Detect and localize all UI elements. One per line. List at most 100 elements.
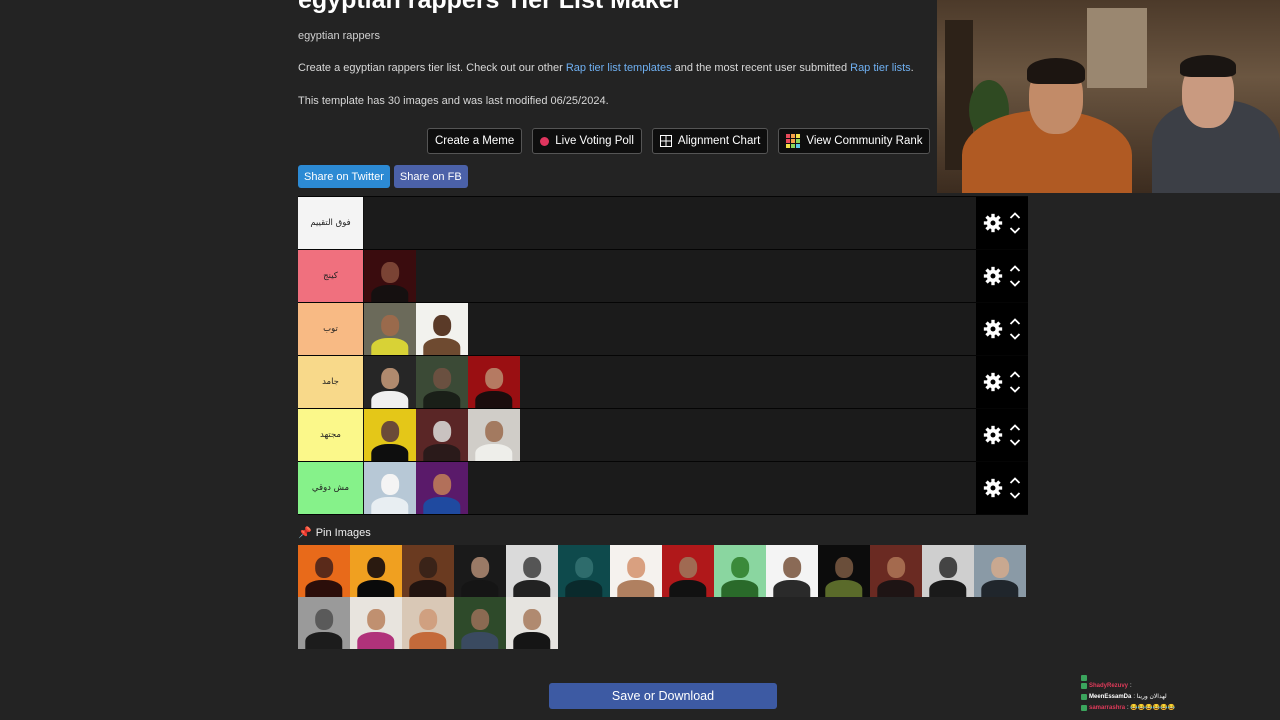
page-subtitle: egyptian rappers [298,30,380,42]
tier-items[interactable] [364,462,976,514]
tier-item-image[interactable] [364,462,416,514]
chat-username: ShadyRezuvy [1089,683,1129,689]
pool-image[interactable] [350,597,402,649]
pool-image[interactable] [298,597,350,649]
tier-item-image[interactable] [364,356,416,408]
page-title: egyptian rappers Tier List Maker [298,0,683,14]
chevron-down-icon[interactable] [1009,491,1021,500]
chevron-up-icon[interactable] [1009,370,1021,379]
share-row: Share on Twitter Share on FB [298,165,468,188]
tier-item-image[interactable] [416,409,468,461]
tier-item-image[interactable] [364,409,416,461]
tier-item-image[interactable] [468,409,520,461]
chevron-up-icon[interactable] [1009,317,1021,326]
tier-item-image[interactable] [364,250,416,302]
chevron-up-icon[interactable] [1009,476,1021,485]
tier-items[interactable] [364,409,976,461]
chat-username: samarrashra [1089,705,1126,711]
chat-text: : [1130,683,1132,689]
tier-row: كينج [298,249,1028,302]
pool-image[interactable] [558,545,610,597]
pin-icon: 📌 [298,527,312,539]
pool-image[interactable] [402,545,454,597]
rap-templates-link[interactable]: Rap tier list templates [566,62,672,74]
tier-items[interactable] [364,356,976,408]
tier-items[interactable] [364,250,976,302]
pool-image[interactable] [350,545,402,597]
pool-image[interactable] [454,597,506,649]
rap-tier-lists-link[interactable]: Rap tier lists [850,62,911,74]
gear-icon[interactable] [983,372,1003,392]
pool-image[interactable] [922,545,974,597]
pool-image[interactable] [870,545,922,597]
chat-message [1081,673,1280,681]
page-description: Create a egyptian rappers tier list. Che… [298,62,914,74]
tier-item-image[interactable] [416,462,468,514]
chat-badge-icon [1081,683,1087,689]
tier-item-image[interactable] [468,356,520,408]
tier-label[interactable]: كينج [298,250,364,302]
description-prefix: Create a egyptian rappers tier list. Che… [298,62,566,74]
tier-items[interactable] [364,197,976,249]
pin-images-toggle[interactable]: 📌 Pin Images [298,526,371,540]
gear-icon[interactable] [983,213,1003,233]
tier-label[interactable]: جامد [298,356,364,408]
pool-image[interactable] [506,597,558,649]
tier-label[interactable]: مش دوقي [298,462,364,514]
tier-label[interactable]: مجتهد [298,409,364,461]
pool-image[interactable] [402,597,454,649]
pool-image[interactable] [610,545,662,597]
image-pool [298,545,1028,649]
tier-controls [976,462,1028,514]
pool-image[interactable] [974,545,1026,597]
community-rank-button[interactable]: View Community Rank [778,128,931,154]
tier-items[interactable] [364,303,976,355]
chevron-down-icon[interactable] [1009,385,1021,394]
gear-icon[interactable] [983,425,1003,445]
save-download-button[interactable]: Save or Download [549,683,777,709]
live-dot-icon [540,136,550,146]
chevron-down-icon[interactable] [1009,332,1021,341]
chat-badge-icon [1081,694,1087,700]
tier-controls [976,197,1028,249]
webcam-overlay [937,0,1280,193]
chat-badge-icon [1081,675,1087,681]
live-voting-poll-button[interactable]: Live Voting Poll [532,128,642,154]
tier-controls [976,356,1028,408]
share-facebook-button[interactable]: Share on FB [393,165,468,188]
pool-image[interactable] [298,545,350,597]
tier-row: فوق التقييم [298,196,1028,249]
pool-image[interactable] [714,545,766,597]
chat-username: MeenEssamDa [1089,694,1132,700]
create-meme-button[interactable]: Create a Meme [427,128,523,154]
tier-item-image[interactable] [364,303,416,355]
pin-images-label: Pin Images [315,526,371,539]
chevron-down-icon[interactable] [1009,279,1021,288]
tier-label[interactable]: فوق التقييم [298,197,364,249]
chat-message: samarrashra: 😂😂😂😂😂😂 [1081,703,1280,714]
tier-row: مجتهد [298,408,1028,461]
gear-icon[interactable] [983,319,1003,339]
tier-controls [976,303,1028,355]
chevron-down-icon[interactable] [1009,226,1021,235]
tier-list: فوق التقييم كينج توب جامد مجتهد مش دوقي [298,196,1028,515]
chat-message: MeenEssamDa: لهدالان ورينا [1081,692,1280,703]
pool-image[interactable] [454,545,506,597]
chevron-up-icon[interactable] [1009,264,1021,273]
rank-grid-icon [786,134,801,148]
pool-image[interactable] [766,545,818,597]
tier-label[interactable]: توب [298,303,364,355]
alignment-chart-button[interactable]: Alignment Chart [651,128,769,154]
tier-item-image[interactable] [416,303,468,355]
chevron-down-icon[interactable] [1009,438,1021,447]
chevron-up-icon[interactable] [1009,211,1021,220]
tier-item-image[interactable] [416,356,468,408]
pool-image[interactable] [818,545,870,597]
tier-row: مش دوقي [298,461,1028,515]
pool-image[interactable] [662,545,714,597]
gear-icon[interactable] [983,478,1003,498]
share-twitter-button[interactable]: Share on Twitter [298,165,390,188]
chevron-up-icon[interactable] [1009,423,1021,432]
pool-image[interactable] [506,545,558,597]
gear-icon[interactable] [983,266,1003,286]
